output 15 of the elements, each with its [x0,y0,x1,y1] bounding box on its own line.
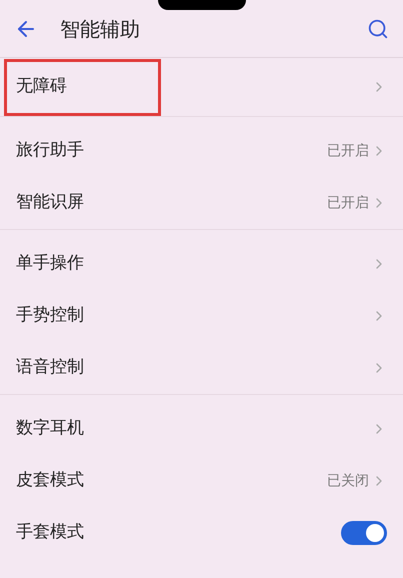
setting-label: 语音控制 [16,356,84,380]
setting-label: 单手操作 [16,252,84,276]
setting-label: 无障碍 [16,75,67,98]
setting-label: 皮套模式 [16,469,84,492]
status-text: 已开启 [327,194,369,212]
setting-label: 智能识屏 [16,191,84,214]
status-text: 已关闭 [327,472,369,490]
setting-label: 旅行助手 [16,139,84,162]
search-icon[interactable] [367,18,389,40]
status-text: 已开启 [327,142,369,160]
setting-label: 手套模式 [16,521,84,544]
toggle-switch[interactable] [341,521,387,545]
page-title: 智能辅助 [60,16,140,42]
setting-label: 手势控制 [16,304,84,328]
setting-label: 数字耳机 [16,417,84,440]
